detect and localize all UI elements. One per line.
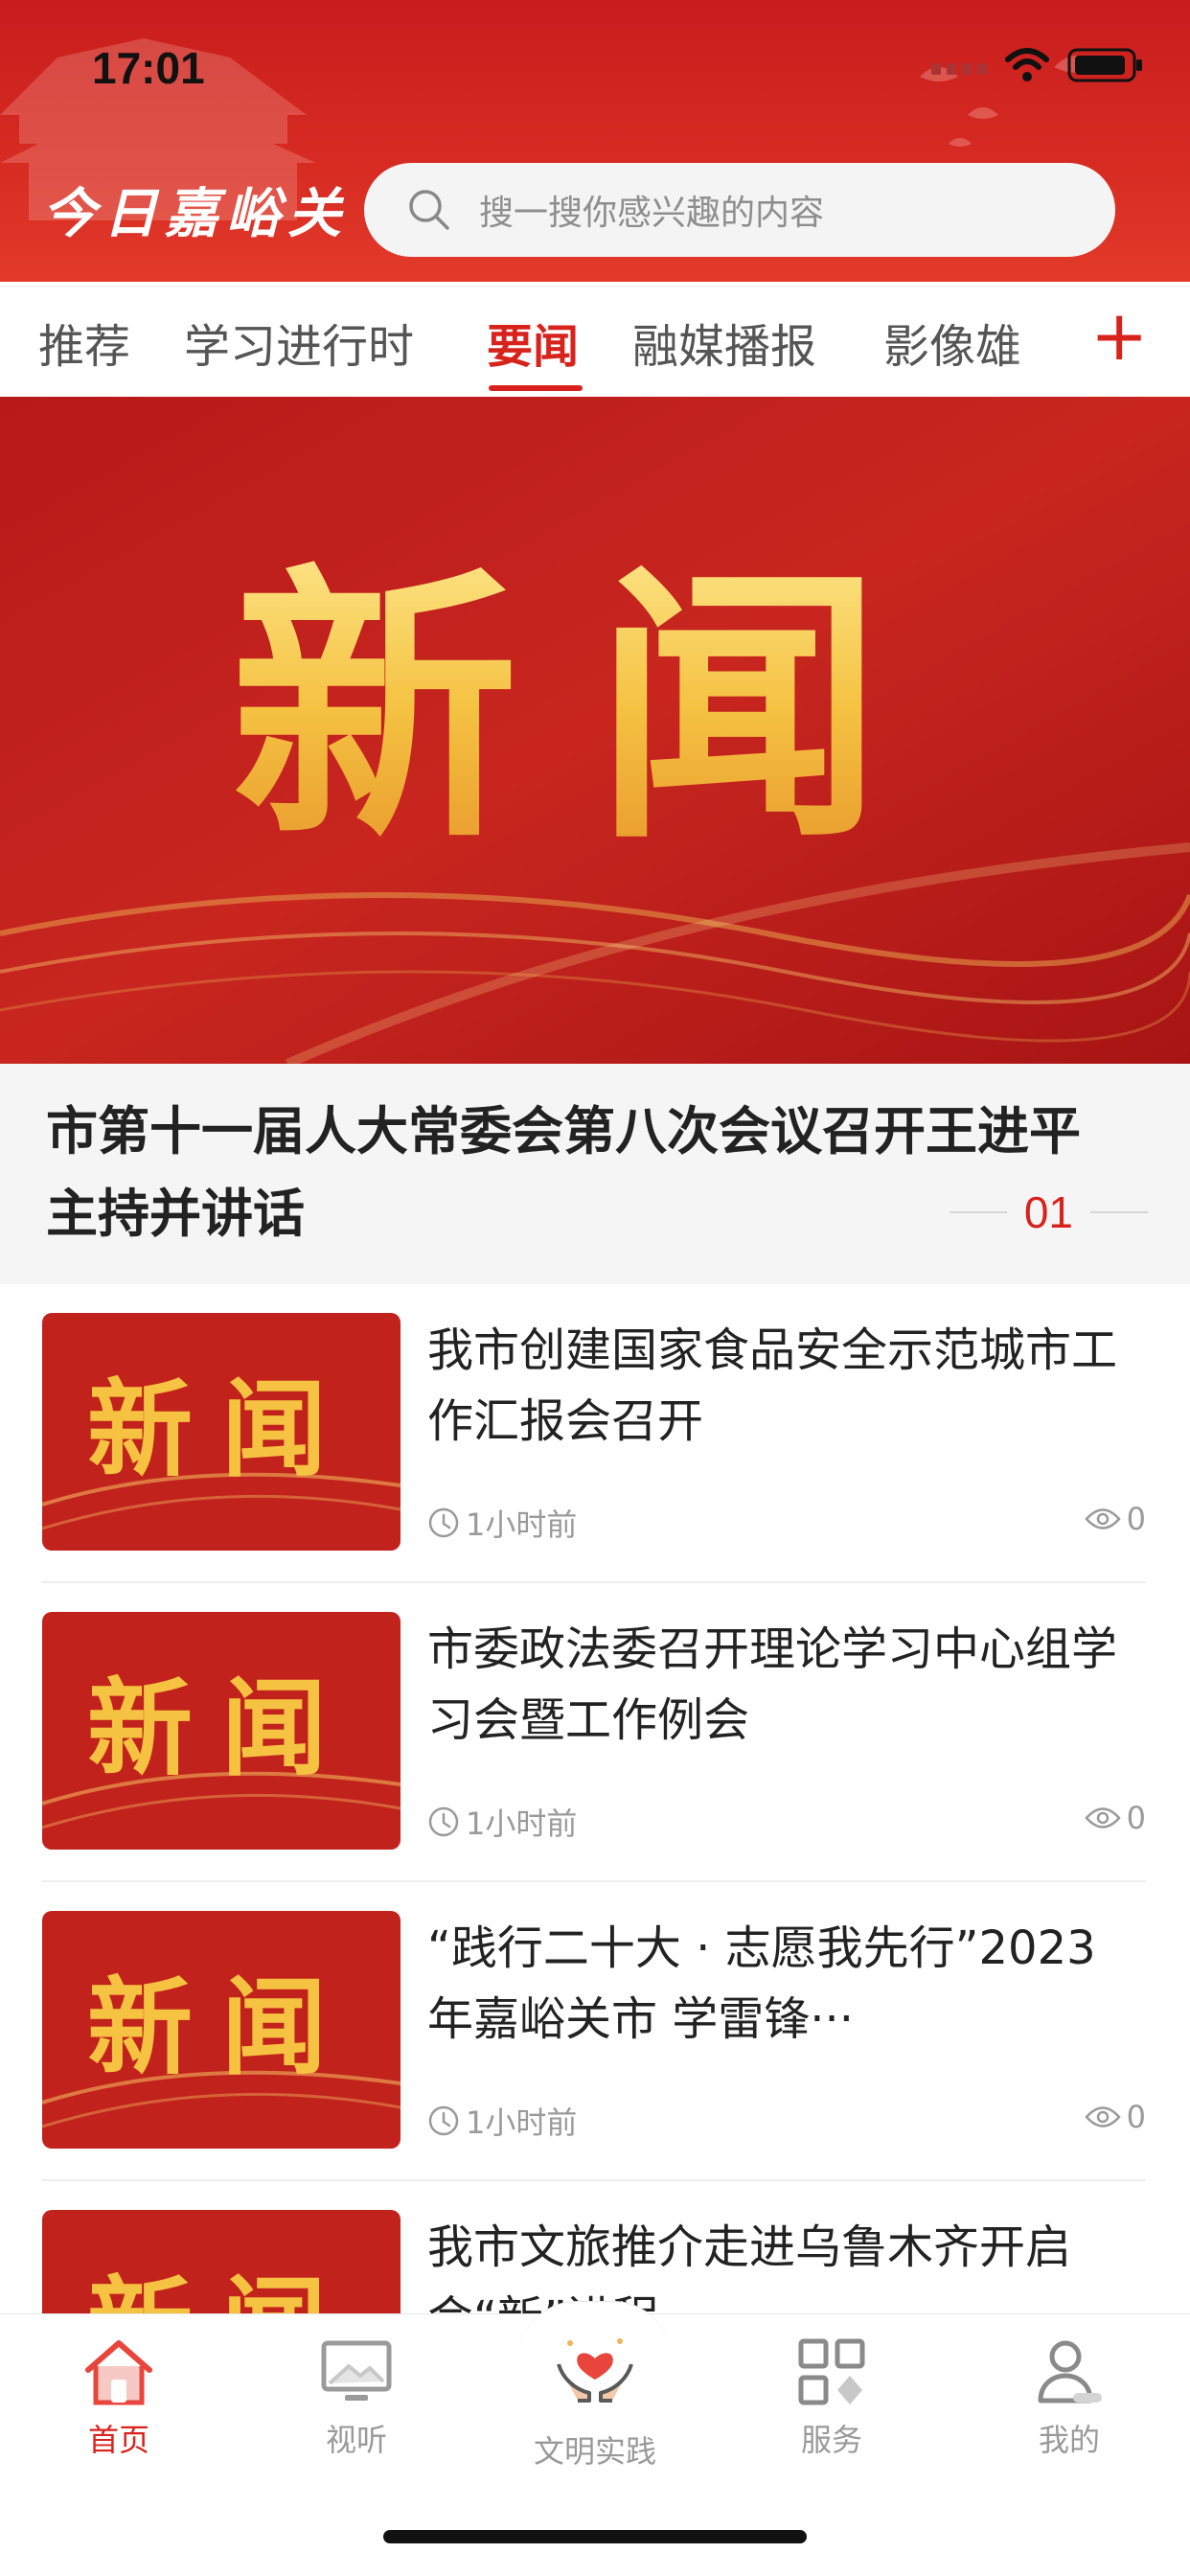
news-thumbnail: 新闻 [42,1313,400,1551]
status-time: 17:01 [92,43,205,93]
news-views-count: 0 [1126,1501,1146,1537]
nav-profile[interactable]: 我的 [973,2335,1165,2460]
list-item[interactable]: 新闻 “践行二十大 · 志愿我先行”2023年嘉峪关市 学雷锋··· 1小时前 … [42,1882,1146,2181]
news-time: 1小时前 [427,2099,577,2143]
eye-icon [1084,1508,1121,1530]
category-tabs: 推荐 学习进行时 要闻 融媒播报 影像雄 + [0,282,1190,398]
active-tab-indicator [489,385,583,391]
featured-banner[interactable]: 新闻 [0,397,1190,1064]
news-time: 1小时前 [427,1800,577,1844]
wifi-icon [1005,48,1049,81]
nav-label: 首页 [87,2422,149,2458]
thumb-text: 新闻 [87,1667,355,1790]
banner-image-text: 新闻 [231,539,959,877]
tabs-fade-overlay [1006,282,1092,397]
eye-icon [1084,2106,1121,2128]
list-item[interactable]: 新闻 我市文旅推介走进乌鲁木齐开启会“新”进程 [42,2181,1146,2313]
news-list: 新闻 我市创建国家食品安全示范城市工作汇报会召开 1小时前 0 新闻 市委政法委… [0,1284,1190,2313]
banner-caption[interactable]: 市第十一届人大常委会第八次会议召开王进平主持并讲话 01 [0,1064,1190,1284]
nav-label: 我的 [1038,2422,1100,2458]
news-title: 我市文旅推介走进乌鲁木齐开启会“新”进程 [427,2220,1072,2313]
tab-media-broadcast[interactable]: 融媒播报 [632,309,816,376]
nav-services[interactable]: 服务 [736,2335,927,2460]
nav-video[interactable]: 视听 [261,2335,452,2460]
clock-icon [428,1507,459,1538]
news-thumbnail: 新闻 [42,2210,400,2313]
banner-pager: 01 [949,1186,1148,1238]
nav-civilization[interactable]: 文明实践 [499,2301,691,2472]
eye-icon [1084,1807,1121,1828]
thumb-text: 新闻 [87,1966,355,2089]
pager-line-right [1090,1211,1148,1213]
battery-icon [1067,48,1142,82]
tab-study[interactable]: 学习进行时 [184,309,414,376]
news-views: 0 [1084,2099,1146,2135]
nav-label: 视听 [325,2422,387,2458]
home-indicator [383,2530,807,2543]
news-title: 市委政法委召开理论学习中心组学习会暨工作例会 [427,1622,1118,1747]
search-placeholder: 搜一搜你感兴趣的内容 [479,194,825,233]
search-bar[interactable]: 搜一搜你感兴趣的内容 [364,163,1115,257]
app-header: 17:01 今日嘉峪关 搜一搜你感兴趣的内容 [0,0,1190,282]
list-item[interactable]: 新闻 我市创建国家食品安全示范城市工作汇报会召开 1小时前 0 [42,1284,1146,1583]
tab-headlines[interactable]: 要闻 [487,309,579,376]
news-views-count: 0 [1126,2099,1146,2135]
heart-hands-icon [557,2338,633,2403]
thumb-text: 新闻 [87,1368,355,1491]
news-time-text: 1小时前 [466,1806,578,1842]
nav-home[interactable]: 首页 [23,2335,215,2460]
list-item[interactable]: 新闻 市委政法委召开理论学习中心组学习会暨工作例会 1小时前 0 [42,1583,1146,1882]
news-title: “践行二十大 · 志愿我先行”2023年嘉峪关市 学雷锋··· [427,1921,1096,2046]
app-logo: 今日嘉峪关 [42,182,349,245]
tv-icon [321,2340,392,2401]
search-icon [409,190,449,230]
news-time: 1小时前 [427,1501,577,1545]
thumb-text: 新闻 [87,2265,355,2313]
banner-image: 新闻 [0,397,1190,1064]
nav-label: 服务 [800,2422,862,2458]
home-icon [85,2340,152,2405]
news-thumbnail: 新闻 [42,1911,400,2149]
news-views: 0 [1084,1501,1146,1537]
app-screen: 17:01 今日嘉峪关 搜一搜你感兴趣的内容 推荐 学习进行时 要闻 融媒播报 … [0,0,1190,2576]
news-time-text: 1小时前 [466,1506,578,1543]
banner-index-number: 01 [1023,1187,1073,1237]
add-channel-icon[interactable]: + [1090,297,1148,374]
news-views: 0 [1084,1800,1146,1836]
news-time-text: 1小时前 [466,2104,578,2141]
clock-icon [428,2105,459,2136]
user-icon [1038,2340,1102,2404]
status-icons [931,48,1144,82]
news-thumbnail: 新闻 [42,1612,400,1850]
grid-icon [798,2338,865,2405]
tab-images[interactable]: 影像雄 [883,309,1021,376]
nav-label: 文明实践 [533,2433,656,2470]
signal-icon [931,63,987,75]
news-views-count: 0 [1126,1800,1146,1836]
pager-line-left [949,1211,1007,1213]
clock-icon [428,1806,459,1837]
tab-recommend[interactable]: 推荐 [38,309,130,376]
news-title: 我市创建国家食品安全示范城市工作汇报会召开 [427,1323,1118,1448]
